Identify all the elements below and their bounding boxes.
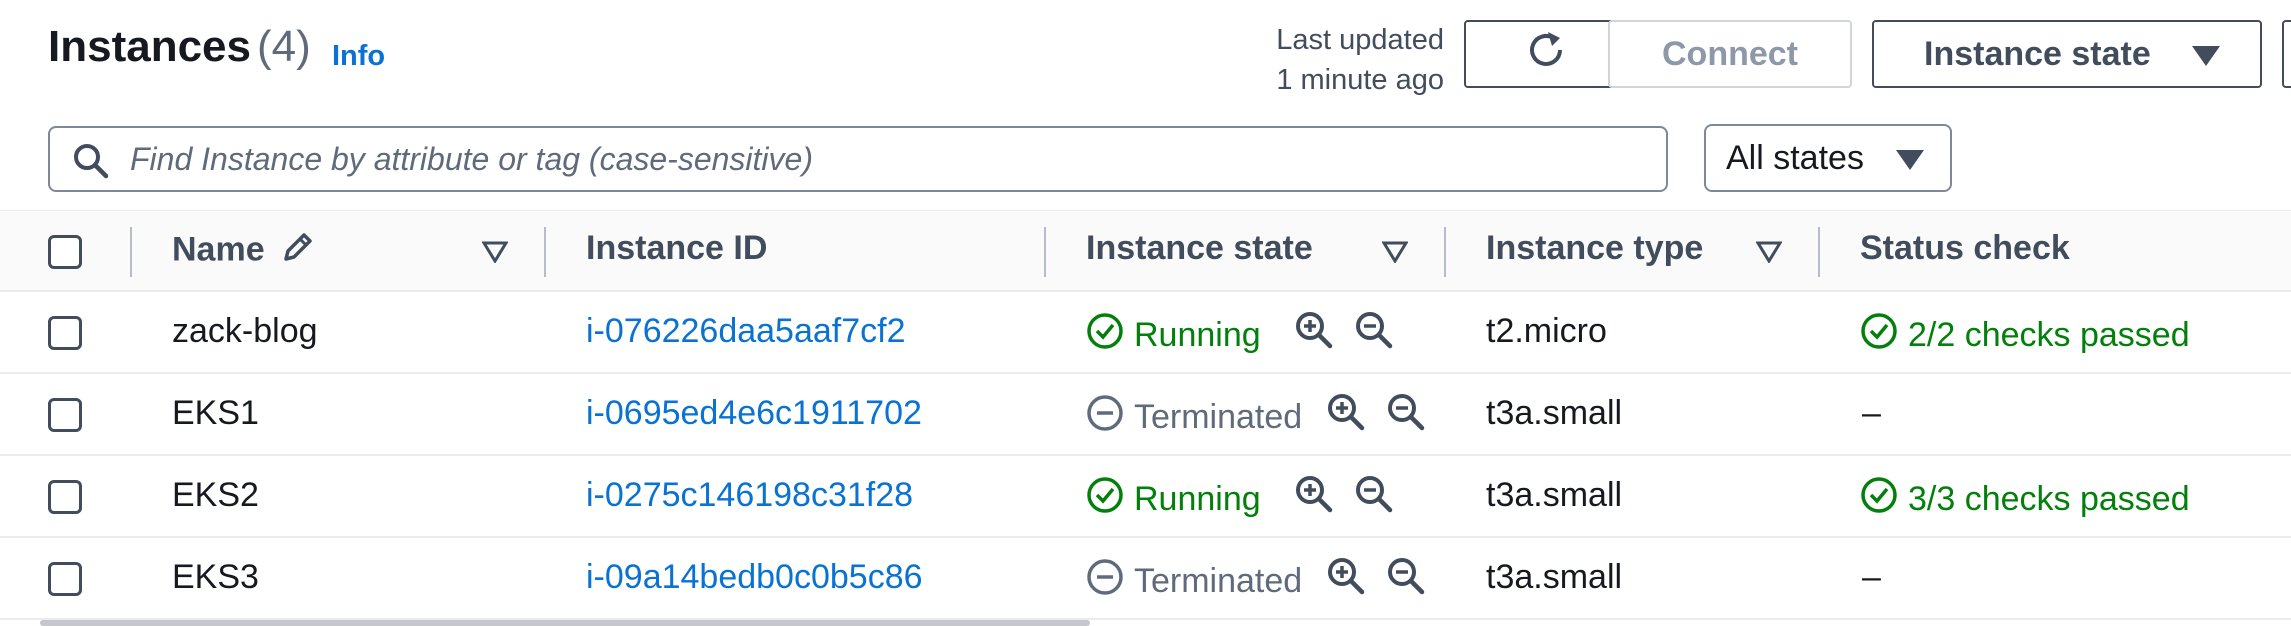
actions-button-partial[interactable] <box>2282 20 2291 88</box>
zoom-out-icon[interactable] <box>1354 474 1394 519</box>
status-check: 2/2 checks passed <box>1860 312 2190 359</box>
status-check: 3/3 checks passed <box>1860 476 2190 523</box>
instance-state: Terminated <box>1086 394 1302 441</box>
sort-caret-icon[interactable] <box>481 241 509 264</box>
instance-id-link[interactable]: i-076226daa5aaf7cf2 <box>586 312 906 351</box>
table-row[interactable]: zack-blog i-076226daa5aaf7cf2 Running t2… <box>0 292 2291 374</box>
pencil-icon <box>280 229 316 274</box>
row-checkbox[interactable] <box>48 480 82 514</box>
select-all-checkbox[interactable] <box>48 235 82 269</box>
instance-type: t3a.small <box>1486 558 1623 596</box>
check-circle-icon <box>1086 476 1124 523</box>
row-checkbox[interactable] <box>48 562 82 596</box>
page-title-text: Instances <box>48 22 251 71</box>
instance-id-link[interactable]: i-0695ed4e6c1911702 <box>586 394 922 433</box>
instance-name: EKS1 <box>172 394 259 432</box>
check-circle-icon <box>1086 312 1124 359</box>
instance-state-dropdown-label: Instance state <box>1924 34 2151 73</box>
instance-count: (4) <box>256 22 311 71</box>
status-check-label: – <box>1862 394 1881 432</box>
table-row[interactable]: EKS3 i-09a14bedb0c0b5c86 Terminated t3a.… <box>0 538 2291 620</box>
instance-state-label: Running <box>1134 480 1261 518</box>
status-check: – <box>1862 558 1881 597</box>
column-divider <box>1044 227 1046 277</box>
column-divider <box>544 227 546 277</box>
search-field[interactable] <box>48 126 1668 192</box>
instances-header: Instances (4) Info Last updated 1 minute … <box>0 0 2291 210</box>
refresh-icon <box>1524 28 1568 81</box>
column-header-instance-type[interactable]: Instance type <box>1486 229 1703 268</box>
zoom-in-icon[interactable] <box>1326 392 1366 437</box>
column-header-name[interactable]: Name <box>172 229 316 274</box>
column-header-instance-state[interactable]: Instance state <box>1086 229 1313 268</box>
sort-caret-icon[interactable] <box>1755 241 1783 264</box>
row-checkbox[interactable] <box>48 316 82 350</box>
instance-type: t3a.small <box>1486 476 1623 514</box>
minus-circle-icon <box>1086 394 1124 441</box>
instance-id-link[interactable]: i-09a14bedb0c0b5c86 <box>586 558 923 597</box>
search-icon <box>72 142 110 185</box>
instance-name: zack-blog <box>172 312 318 350</box>
sort-caret-icon[interactable] <box>1381 241 1409 264</box>
zoom-in-icon[interactable] <box>1294 474 1334 519</box>
state-filter-value: All states <box>1726 138 1864 177</box>
column-divider <box>1818 227 1820 277</box>
instance-state-dropdown[interactable]: Instance state <box>1872 20 2262 88</box>
caret-down-icon <box>1896 150 1924 170</box>
table-row[interactable]: EKS2 i-0275c146198c31f28 Running t3a.sma… <box>0 456 2291 538</box>
instance-id-link[interactable]: i-0275c146198c31f28 <box>586 476 913 515</box>
last-updated-time: 1 minute ago <box>1276 64 1444 96</box>
refresh-button[interactable] <box>1464 20 1628 88</box>
last-updated-label: Last updated <box>1276 24 1444 56</box>
page-title: Instances (4) <box>48 22 311 72</box>
info-link[interactable]: Info <box>332 40 385 73</box>
status-check: – <box>1862 394 1881 433</box>
column-header-status-check[interactable]: Status check <box>1860 229 2070 268</box>
check-circle-icon <box>1860 312 1898 359</box>
status-check-label: – <box>1862 558 1881 596</box>
instance-name: EKS2 <box>172 476 259 514</box>
zoom-out-icon[interactable] <box>1386 556 1426 601</box>
status-check-label: 3/3 checks passed <box>1908 480 2190 518</box>
instance-state: Running <box>1086 476 1261 523</box>
search-input[interactable] <box>130 136 1650 182</box>
instance-state: Terminated <box>1086 558 1302 605</box>
column-divider <box>1444 227 1446 277</box>
instance-state: Running <box>1086 312 1261 359</box>
last-updated: Last updated 1 minute ago <box>1180 20 1444 100</box>
instance-state-label: Terminated <box>1134 398 1303 436</box>
caret-down-icon <box>2192 46 2220 66</box>
horizontal-scrollbar[interactable] <box>40 620 1090 626</box>
connect-button[interactable]: Connect <box>1608 20 1852 88</box>
minus-circle-icon <box>1086 558 1124 605</box>
instance-name: EKS3 <box>172 558 259 596</box>
zoom-in-icon[interactable] <box>1326 556 1366 601</box>
zoom-in-icon[interactable] <box>1294 310 1334 355</box>
instance-state-label: Terminated <box>1134 562 1303 600</box>
state-filter-select[interactable]: All states <box>1704 124 1952 192</box>
row-checkbox[interactable] <box>48 398 82 432</box>
table-row[interactable]: EKS1 i-0695ed4e6c1911702 Terminated t3a.… <box>0 374 2291 456</box>
table-header: Name Instance ID Instance state Instance… <box>0 210 2291 292</box>
instance-type: t2.micro <box>1486 312 1607 350</box>
instance-type: t3a.small <box>1486 394 1623 432</box>
check-circle-icon <box>1860 476 1898 523</box>
column-header-instance-id[interactable]: Instance ID <box>586 229 767 268</box>
zoom-out-icon[interactable] <box>1354 310 1394 355</box>
zoom-out-icon[interactable] <box>1386 392 1426 437</box>
instance-state-label: Running <box>1134 316 1261 354</box>
column-divider <box>130 227 132 277</box>
status-check-label: 2/2 checks passed <box>1908 316 2190 354</box>
column-header-name-label: Name <box>172 230 265 269</box>
